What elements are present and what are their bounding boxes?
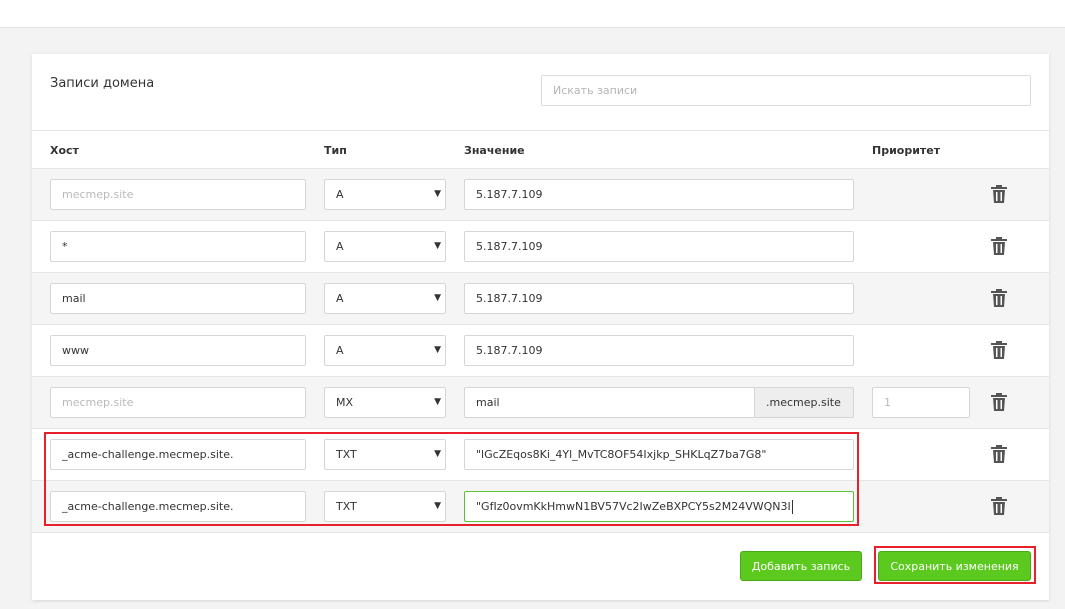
card-title: Записи домена [50,76,155,91]
value-field[interactable]: mail [464,387,754,418]
type-value: MX [336,396,354,409]
caret-down-icon: ▼ [434,241,441,251]
type-select[interactable]: A ▼ [324,231,446,262]
table-row: mecmep.site A ▼ 5.187.7.109 [32,169,1049,221]
value-field[interactable]: 5.187.7.109 [464,231,854,262]
search-records-input[interactable] [541,75,1031,106]
column-priority: Приоритет [872,144,941,157]
host-field[interactable]: mecmep.site [50,387,306,418]
type-value: A [336,188,344,201]
value-field[interactable]: 5.187.7.109 [464,335,854,366]
type-value: A [336,240,344,253]
type-select[interactable]: A ▼ [324,283,446,314]
column-value: Значение [464,144,525,157]
caret-down-icon: ▼ [434,345,441,355]
caret-down-icon: ▼ [434,397,441,407]
value-domain-suffix: .mecmep.site [754,387,854,418]
type-select[interactable]: MX ▼ [324,387,446,418]
trash-icon[interactable] [991,185,1007,203]
save-button-highlight [874,546,1036,584]
host-field[interactable]: mecmep.site [50,179,306,210]
table-row: mail A ▼ 5.187.7.109 [32,273,1049,325]
top-bar [0,0,1065,28]
priority-field[interactable]: 1 [872,387,970,418]
table-row: mecmep.site MX ▼ mail .mecmep.site 1 [32,377,1049,429]
host-field[interactable]: mail [50,283,306,314]
column-host: Хост [50,144,79,157]
caret-down-icon: ▼ [434,189,441,199]
add-record-button[interactable]: Добавить запись [740,551,862,581]
type-value: A [336,292,344,305]
host-field[interactable]: * [50,231,306,262]
table-row: * A ▼ 5.187.7.109 [32,221,1049,273]
value-field[interactable]: 5.187.7.109 [464,179,854,210]
table-row: www A ▼ 5.187.7.109 [32,325,1049,377]
type-select[interactable]: A ▼ [324,179,446,210]
host-field[interactable]: www [50,335,306,366]
trash-icon[interactable] [991,497,1007,515]
value-field[interactable]: 5.187.7.109 [464,283,854,314]
trash-icon[interactable] [991,445,1007,463]
type-value: A [336,344,344,357]
txt-records-highlight [44,432,859,526]
trash-icon[interactable] [991,341,1007,359]
trash-icon[interactable] [991,393,1007,411]
column-type: Тип [324,144,347,157]
type-select[interactable]: A ▼ [324,335,446,366]
caret-down-icon: ▼ [434,293,441,303]
trash-icon[interactable] [991,237,1007,255]
table-header: Хост Тип Значение Приоритет [32,130,1049,169]
trash-icon[interactable] [991,289,1007,307]
